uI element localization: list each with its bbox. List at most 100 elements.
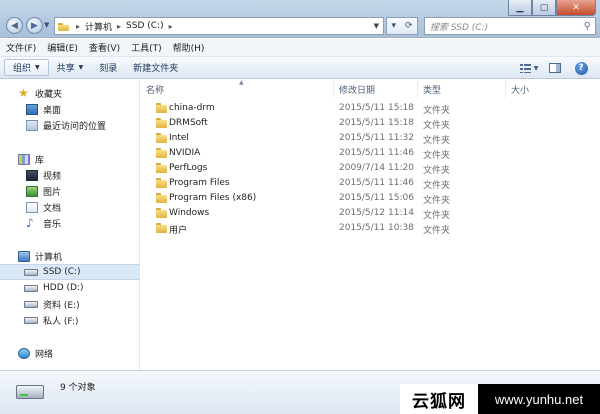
breadcrumb-drive-c[interactable]: SSD (C:)	[126, 21, 164, 31]
nav-label: 文档	[43, 203, 62, 214]
folder-icon	[156, 103, 167, 113]
organize-button[interactable]: 组织 ▼	[4, 59, 49, 76]
change-view-button[interactable]: ▼	[518, 60, 540, 76]
folder-icon	[156, 148, 167, 158]
desktop-icon	[26, 103, 38, 115]
computer-icon	[58, 22, 69, 31]
close-button[interactable]: ✕	[556, 0, 596, 16]
nav-videos[interactable]: 视频	[0, 167, 140, 183]
column-header-size[interactable]: 大小	[506, 80, 566, 98]
file-type: 文件夹	[423, 166, 451, 176]
file-row[interactable]: Intel 2015/5/11 11:32 文件夹	[141, 131, 450, 146]
menu-view[interactable]: 查看(V)	[89, 41, 120, 54]
view-list-icon	[519, 63, 531, 73]
column-header-date[interactable]: 修改日期	[334, 80, 418, 98]
file-row[interactable]: 用户 2015/5/11 10:38 文件夹	[141, 221, 450, 236]
nav-label: HDD (D:)	[43, 283, 84, 293]
recent-pages-dropdown[interactable]: ▼	[44, 21, 49, 29]
address-bar[interactable]: ▸ 计算机 ▸ SSD (C:) ▸ ▼	[54, 17, 384, 35]
folder-icon	[156, 163, 167, 173]
nav-favorites[interactable]: ★ 收藏夹	[0, 85, 140, 101]
forward-button[interactable]: ▶	[26, 17, 43, 34]
file-name: Intel	[169, 133, 189, 143]
pictures-icon	[26, 185, 38, 197]
address-history-icon[interactable]: ▾	[391, 21, 396, 31]
file-date: 2015/5/11 10:38	[339, 223, 414, 233]
folder-icon	[156, 133, 167, 143]
column-label: 类型	[423, 85, 442, 96]
command-bar: 组织 ▼ 共享 ▼ 刻录 新建文件夹 ▼ ?	[0, 57, 600, 79]
file-row[interactable]: china-drm 2015/5/11 15:18 文件夹	[141, 101, 450, 116]
file-name: Program Files (x86)	[169, 193, 257, 203]
burn-button[interactable]: 刻录	[91, 57, 125, 79]
column-header-name[interactable]: 名称 ▲	[141, 79, 334, 98]
drive-icon	[24, 300, 38, 308]
file-row[interactable]: Program Files 2015/5/11 11:46 文件夹	[141, 176, 450, 191]
file-date: 2015/5/11 15:06	[339, 193, 414, 203]
column-label: 名称	[146, 85, 165, 96]
nav-label: SSD (C:)	[43, 267, 81, 277]
address-actions: ▾ ⟳	[386, 17, 418, 35]
search-icon[interactable]: ⚲	[584, 21, 591, 32]
nav-computer[interactable]: 计算机	[0, 248, 140, 264]
recent-places-icon	[26, 119, 38, 131]
breadcrumb-separator-icon[interactable]: ▸	[169, 22, 173, 31]
file-row[interactable]: Program Files (x86) 2015/5/11 15:06 文件夹	[141, 191, 450, 206]
preview-pane-button[interactable]	[544, 60, 566, 76]
help-button[interactable]: ?	[570, 60, 592, 76]
chevron-down-icon: ▼	[78, 64, 84, 71]
file-list: 名称 ▲ 修改日期 类型 大小 china-drm 2015/5/11 15:1…	[141, 79, 600, 370]
menu-file[interactable]: 文件(F)	[6, 41, 36, 54]
new-folder-button[interactable]: 新建文件夹	[125, 57, 186, 79]
nav-label: 私人 (F:)	[43, 316, 79, 327]
minimize-button[interactable]: ▁	[508, 0, 532, 16]
nav-pictures[interactable]: 图片	[0, 183, 140, 199]
drive-icon	[24, 284, 38, 292]
nav-drive-e[interactable]: 资料 (E:)	[0, 296, 140, 312]
music-icon: ♪	[26, 215, 34, 230]
navigation-pane: ★ 收藏夹 桌面 最近访问的位置 库 视频 图片 文档 ♪ 音乐 计算机 SSD…	[0, 80, 140, 370]
nav-label: 视频	[43, 171, 62, 182]
file-name: china-drm	[169, 103, 215, 113]
search-placeholder: 搜索 SSD (C:)	[430, 22, 489, 33]
file-row[interactable]: DRMSoft 2015/5/11 15:18 文件夹	[141, 116, 450, 131]
breadcrumb-separator-icon[interactable]: ▸	[117, 22, 121, 31]
share-button[interactable]: 共享 ▼	[49, 57, 92, 79]
menu-help[interactable]: 帮助(H)	[173, 41, 205, 54]
file-name: NVIDIA	[169, 148, 201, 158]
address-dropdown-icon[interactable]: ▼	[374, 22, 379, 30]
file-date: 2015/5/11 15:18	[339, 103, 414, 113]
maximize-icon: ▢	[539, 2, 549, 13]
libraries-icon	[18, 153, 30, 165]
file-date: 2015/5/11 11:46	[339, 178, 414, 188]
menu-bar: 文件(F) 编辑(E) 查看(V) 工具(T) 帮助(H)	[0, 39, 600, 57]
breadcrumb-computer[interactable]: 计算机	[85, 20, 112, 33]
nav-label: 库	[35, 155, 45, 166]
column-header-type[interactable]: 类型	[418, 80, 506, 98]
nav-drive-f[interactable]: 私人 (F:)	[0, 312, 140, 328]
file-date: 2015/5/11 11:32	[339, 133, 414, 143]
file-row[interactable]: NVIDIA 2015/5/11 11:46 文件夹	[141, 146, 450, 161]
file-name: 用户	[169, 226, 188, 236]
menu-tools[interactable]: 工具(T)	[131, 41, 162, 54]
file-row[interactable]: Windows 2015/5/12 11:14 文件夹	[141, 206, 450, 221]
nav-label: 网络	[35, 349, 54, 360]
back-button[interactable]: ◀	[6, 17, 23, 34]
nav-recent-places[interactable]: 最近访问的位置	[0, 117, 140, 133]
nav-documents[interactable]: 文档	[0, 199, 140, 215]
nav-music[interactable]: ♪ 音乐	[0, 215, 140, 231]
maximize-button[interactable]: ▢	[532, 0, 556, 16]
file-name: Windows	[169, 208, 210, 218]
nav-drive-c[interactable]: SSD (C:)	[0, 264, 140, 280]
refresh-icon[interactable]: ⟳	[405, 21, 413, 31]
nav-libraries[interactable]: 库	[0, 151, 140, 167]
nav-network[interactable]: 网络	[0, 345, 140, 361]
breadcrumb-separator-icon[interactable]: ▸	[76, 22, 80, 31]
file-row[interactable]: PerfLogs 2009/7/14 11:20 文件夹	[141, 161, 450, 176]
menu-edit[interactable]: 编辑(E)	[47, 41, 78, 54]
nav-desktop[interactable]: 桌面	[0, 101, 140, 117]
nav-label: 计算机	[35, 252, 63, 263]
search-input[interactable]: 搜索 SSD (C:) ⚲	[424, 17, 596, 35]
documents-icon	[26, 201, 38, 213]
nav-drive-d[interactable]: HDD (D:)	[0, 280, 140, 296]
